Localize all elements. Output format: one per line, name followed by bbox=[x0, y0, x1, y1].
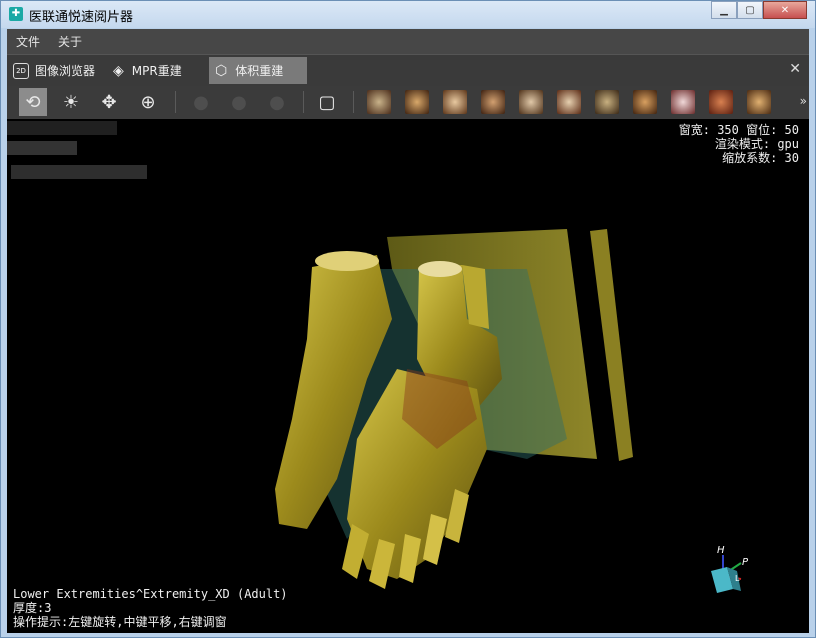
menu-about[interactable]: 关于 bbox=[49, 33, 91, 50]
menu-bar: 文件 关于 bbox=[7, 29, 809, 54]
tab-bar: 2D 图像浏览器 ◈ MPR重建 ⬡ 体积重建 ✕ bbox=[7, 54, 809, 86]
redacted-text bbox=[7, 121, 117, 135]
tab-label: MPR重建 bbox=[131, 64, 182, 78]
head-preset-icon[interactable]: ● bbox=[187, 88, 215, 116]
app-window: ✚ 医联通悦速阅片器 ▁ ▢ ✕ 文件 关于 2D 图像浏览器 ◈ MPR重建 … bbox=[0, 0, 816, 638]
preset-joints-icon[interactable] bbox=[671, 90, 695, 114]
preset-spine-icon[interactable] bbox=[519, 90, 543, 114]
minimize-button[interactable]: ▁ bbox=[711, 1, 737, 19]
bounding-box-icon[interactable]: ▢ bbox=[313, 88, 341, 116]
window-level-icon[interactable]: ☀ bbox=[57, 88, 85, 116]
operation-hint: 操作提示:左键旋转,中键平移,右键调窗 bbox=[13, 615, 227, 629]
head-preset-icon[interactable]: ● bbox=[225, 88, 253, 116]
tab-label: 体积重建 bbox=[235, 64, 284, 78]
window-level-readout: 窗宽: 350 窗位: 50 bbox=[678, 123, 799, 137]
preset-head-icon[interactable] bbox=[595, 90, 619, 114]
preset-skull-icon[interactable] bbox=[481, 90, 505, 114]
tab-mpr[interactable]: ◈ MPR重建 bbox=[107, 57, 203, 84]
series-name: Lower Extremities^Extremity_XD (Adult) bbox=[13, 587, 288, 601]
toolbar-separator bbox=[353, 91, 354, 113]
soft-tissue-sheet bbox=[590, 229, 633, 461]
volume-render-viewport[interactable]: H P L 窗宽: 350 窗位: 50 渲染模式: gpu 缩放系数: 30 … bbox=[7, 119, 809, 633]
tab-label: 图像浏览器 bbox=[35, 64, 96, 78]
preset-pelvis-bone-icon[interactable] bbox=[557, 90, 581, 114]
orientation-h-label: H bbox=[717, 545, 725, 556]
toolbar-separator bbox=[175, 91, 176, 113]
toolbar: ⟲ ☀ ✥ ⊕ ● ● ● ▢ » bbox=[7, 86, 809, 118]
preset-ribcage-icon[interactable] bbox=[367, 90, 391, 114]
preset-torso-icon[interactable] bbox=[633, 90, 657, 114]
title-bar[interactable]: ✚ 医联通悦速阅片器 ▁ ▢ ✕ bbox=[1, 1, 815, 28]
preset-pelvis-icon[interactable] bbox=[405, 90, 429, 114]
render-mode-readout: 渲染模式: gpu bbox=[714, 137, 799, 151]
tab-volume-rendering[interactable]: ⬡ 体积重建 bbox=[209, 57, 307, 84]
volume-rendering-canvas: H P L bbox=[7, 121, 749, 593]
close-tab-icon[interactable]: ✕ bbox=[789, 61, 801, 77]
render-info-panel: 窗宽: 350 窗位: 50 渲染模式: gpu 缩放系数: 30 bbox=[679, 123, 799, 165]
head-preset-icon[interactable]: ● bbox=[263, 88, 291, 116]
series-info-panel: Lower Extremities^Extremity_XD (Adult) 厚… bbox=[13, 587, 288, 629]
zoom-icon[interactable]: ⊕ bbox=[134, 88, 162, 116]
client-area: 文件 关于 2D 图像浏览器 ◈ MPR重建 ⬡ 体积重建 ✕ ⟲ ☀ ✥ ⊕ bbox=[7, 29, 809, 633]
preset-hip-icon[interactable] bbox=[443, 90, 467, 114]
tab-image-browser[interactable]: 2D 图像浏览器 bbox=[7, 57, 105, 84]
toolbar-separator bbox=[303, 91, 304, 113]
rotate-3d-icon[interactable]: ⟲ bbox=[19, 88, 47, 116]
2d-icon: 2D bbox=[13, 62, 29, 79]
menu-file[interactable]: 文件 bbox=[7, 33, 49, 50]
zoom-factor-readout: 缩放系数: 30 bbox=[722, 151, 799, 165]
pan-icon[interactable]: ✥ bbox=[95, 88, 123, 116]
mpr-cube-icon: ◈ bbox=[113, 62, 124, 79]
toolbar-overflow-icon[interactable]: » bbox=[800, 94, 807, 108]
close-button[interactable]: ✕ bbox=[763, 1, 807, 19]
orientation-marker: H P L bbox=[711, 545, 749, 593]
orientation-p-label: P bbox=[742, 557, 749, 568]
slice-thickness: 厚度:3 bbox=[13, 601, 52, 615]
window-title: 医联通悦速阅片器 bbox=[29, 10, 134, 25]
redacted-text bbox=[11, 165, 147, 179]
bone-cap bbox=[315, 251, 379, 271]
tibia-cap bbox=[418, 261, 462, 277]
orientation-l-label: L bbox=[735, 574, 740, 583]
maximize-button[interactable]: ▢ bbox=[737, 1, 763, 19]
preset-body-skin-icon[interactable] bbox=[709, 90, 733, 114]
app-logo-icon: ✚ bbox=[9, 7, 23, 21]
cube-icon: ⬡ bbox=[215, 62, 228, 79]
preset-chest-icon[interactable] bbox=[747, 90, 771, 114]
redacted-text bbox=[7, 141, 77, 155]
